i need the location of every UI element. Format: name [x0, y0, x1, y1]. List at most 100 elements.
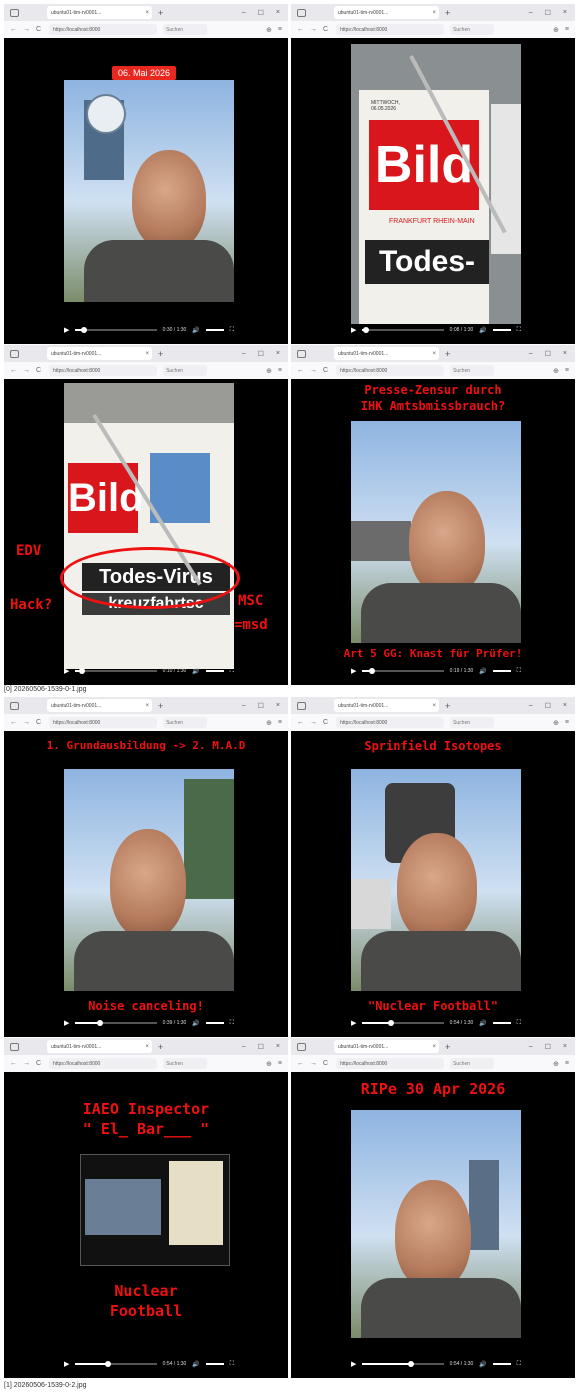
search-input[interactable]: Suchen — [163, 1058, 208, 1069]
tab-list-icon[interactable] — [10, 349, 19, 358]
maximize-button[interactable]: ☐ — [545, 350, 551, 358]
new-tab-button[interactable]: + — [445, 701, 450, 711]
search-input[interactable]: Suchen — [163, 717, 208, 728]
reload-button[interactable]: C — [323, 1060, 328, 1067]
forward-button[interactable]: → — [23, 1060, 30, 1067]
maximize-button[interactable]: ☐ — [258, 350, 264, 358]
tab-close-icon[interactable]: × — [432, 351, 439, 357]
back-button[interactable]: ← — [10, 26, 17, 33]
video-player[interactable]: Sprinfield Isotopes "Nuclear Football" ▶… — [291, 731, 575, 1037]
seek-bar[interactable] — [362, 1020, 444, 1026]
tab-close-icon[interactable]: × — [145, 1044, 152, 1050]
menu-icon[interactable]: ≡ — [278, 719, 282, 727]
reload-button[interactable]: C — [36, 367, 41, 374]
play-icon[interactable]: ▶ — [64, 326, 69, 334]
close-window-button[interactable]: × — [563, 1043, 567, 1051]
volume-icon[interactable]: 🔊 — [192, 668, 199, 675]
volume-icon[interactable]: 🔊 — [192, 1020, 199, 1027]
forward-button[interactable]: → — [23, 719, 30, 726]
browser-tab[interactable]: ubuntu01-tim-rv0001... × — [334, 699, 439, 712]
search-input[interactable]: Suchen — [450, 24, 495, 35]
back-button[interactable]: ← — [297, 1060, 304, 1067]
volume-slider[interactable] — [492, 1022, 511, 1024]
forward-button[interactable]: → — [23, 26, 30, 33]
search-input[interactable]: Suchen — [163, 365, 208, 376]
reload-button[interactable]: C — [36, 1060, 41, 1067]
browser-tab[interactable]: ubuntu01-tim-rv0001... × — [47, 6, 152, 19]
search-input[interactable]: Suchen — [450, 717, 495, 728]
back-button[interactable]: ← — [10, 367, 17, 374]
new-tab-button[interactable]: + — [158, 349, 163, 359]
extensions-icon[interactable]: ⊕ — [266, 1060, 272, 1068]
new-tab-button[interactable]: + — [158, 701, 163, 711]
tab-list-icon[interactable] — [10, 701, 19, 710]
new-tab-button[interactable]: + — [158, 1042, 163, 1052]
fullscreen-icon[interactable]: ⛶ — [517, 1020, 521, 1027]
fullscreen-icon[interactable]: ⛶ — [517, 668, 521, 675]
volume-slider[interactable] — [492, 329, 511, 331]
search-input[interactable]: Suchen — [163, 24, 208, 35]
back-button[interactable]: ← — [297, 367, 304, 374]
maximize-button[interactable]: ☐ — [545, 9, 551, 17]
seek-bar[interactable] — [362, 1361, 444, 1367]
extensions-icon[interactable]: ⊕ — [553, 719, 559, 727]
tab-close-icon[interactable]: × — [432, 1044, 439, 1050]
tab-close-icon[interactable]: × — [432, 10, 439, 16]
reload-button[interactable]: C — [323, 367, 328, 374]
video-player[interactable]: 1. Grundausbildung -> 2. M.A.D Noise can… — [4, 731, 288, 1037]
menu-icon[interactable]: ≡ — [565, 719, 569, 727]
new-tab-button[interactable]: + — [158, 8, 163, 18]
url-bar[interactable]: https://localhost:8000 — [49, 717, 158, 728]
play-icon[interactable]: ▶ — [64, 1360, 69, 1368]
reload-button[interactable]: C — [323, 719, 328, 726]
close-window-button[interactable]: × — [276, 702, 280, 710]
fullscreen-icon[interactable]: ⛶ — [230, 668, 234, 675]
forward-button[interactable]: → — [23, 367, 30, 374]
fullscreen-icon[interactable]: ⛶ — [230, 1020, 234, 1027]
close-window-button[interactable]: × — [563, 702, 567, 710]
volume-icon[interactable]: 🔊 — [479, 668, 486, 675]
maximize-button[interactable]: ☐ — [545, 1043, 551, 1051]
close-window-button[interactable]: × — [563, 9, 567, 17]
play-icon[interactable]: ▶ — [64, 667, 69, 675]
volume-slider[interactable] — [492, 670, 511, 672]
url-bar[interactable]: https://localhost:8000 — [336, 1058, 445, 1069]
close-window-button[interactable]: × — [563, 350, 567, 358]
maximize-button[interactable]: ☐ — [258, 9, 264, 17]
url-bar[interactable]: https://localhost:8000 — [49, 365, 158, 376]
extensions-icon[interactable]: ⊕ — [266, 719, 272, 727]
fullscreen-icon[interactable]: ⛶ — [230, 327, 234, 334]
volume-slider[interactable] — [205, 670, 224, 672]
seek-bar[interactable] — [75, 668, 157, 674]
tab-close-icon[interactable]: × — [145, 10, 152, 16]
browser-tab[interactable]: ubuntu01-tim-rv0001... × — [334, 1040, 439, 1053]
fullscreen-icon[interactable]: ⛶ — [517, 327, 521, 334]
new-tab-button[interactable]: + — [445, 349, 450, 359]
reload-button[interactable]: C — [323, 26, 328, 33]
fullscreen-icon[interactable]: ⛶ — [230, 1361, 234, 1368]
minimize-button[interactable]: – — [529, 702, 533, 710]
extensions-icon[interactable]: ⊕ — [266, 26, 272, 34]
forward-button[interactable]: → — [310, 26, 317, 33]
extensions-icon[interactable]: ⊕ — [553, 26, 559, 34]
browser-tab[interactable]: ubuntu01-tim-rv0001... × — [47, 1040, 152, 1053]
search-input[interactable]: Suchen — [450, 365, 495, 376]
tab-list-icon[interactable] — [297, 8, 306, 17]
video-player[interactable]: IAEO Inspector " El_ Bar___ " Nuclear Fo… — [4, 1072, 288, 1378]
video-player[interactable]: Bild Todes-Virus kreuzfahrtsc EDV Hack? … — [4, 379, 288, 685]
search-input[interactable]: Suchen — [450, 1058, 495, 1069]
tab-list-icon[interactable] — [297, 701, 306, 710]
play-icon[interactable]: ▶ — [64, 1019, 69, 1027]
volume-icon[interactable]: 🔊 — [479, 327, 486, 334]
minimize-button[interactable]: – — [529, 1043, 533, 1051]
seek-bar[interactable] — [75, 1020, 157, 1026]
video-player[interactable]: RIPe 30 Apr 2026 ▶ 0:54 / 1:30 🔊 ⛶ — [291, 1072, 575, 1378]
play-icon[interactable]: ▶ — [351, 667, 356, 675]
volume-slider[interactable] — [205, 1022, 224, 1024]
video-player[interactable]: 06. Mai 2026 ▶ 0:30 / 1:30 🔊 ⛶ — [4, 38, 288, 344]
close-window-button[interactable]: × — [276, 1043, 280, 1051]
play-icon[interactable]: ▶ — [351, 1360, 356, 1368]
tab-list-icon[interactable] — [10, 8, 19, 17]
browser-tab[interactable]: ubuntu01-tim-rv0001... × — [334, 6, 439, 19]
menu-icon[interactable]: ≡ — [278, 1060, 282, 1068]
